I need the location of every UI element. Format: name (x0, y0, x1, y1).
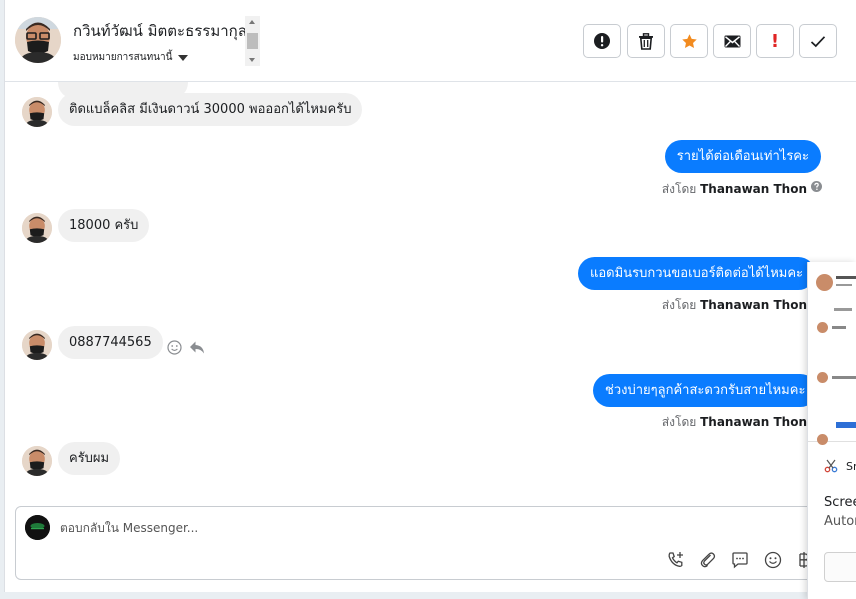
popup-action-button[interactable] (824, 552, 856, 582)
preview-avatar (816, 274, 833, 291)
agent-name: Thanawan Thon (700, 298, 807, 312)
outgoing-message: รายได้ต่อเดือนเท่าไรคะ (664, 140, 821, 173)
header-scrollbar[interactable] (245, 16, 260, 66)
follow-up-button[interactable]: ! (756, 24, 794, 58)
preview-highlight (836, 422, 856, 428)
envelope-icon (724, 35, 740, 47)
thumbnail-preview[interactable] (808, 262, 856, 445)
contact-avatar-small (22, 213, 52, 243)
preview-text (832, 376, 856, 379)
assign-conversation-dropdown[interactable]: มอบหมายการสนทนานี้ (73, 50, 189, 65)
exclamation-circle-icon (594, 33, 610, 49)
scroll-up-arrow-icon[interactable] (249, 20, 255, 24)
snip-app-label: Sn (846, 459, 856, 473)
reply-icon[interactable] (189, 340, 205, 355)
preview-avatar (817, 322, 828, 333)
snip-header: Sn (824, 459, 856, 473)
conversation-header: กวินท์วัฒน์ มิตตะธรรมากุล มอบหมายการสนทน… (5, 0, 856, 82)
preview-text (834, 308, 852, 311)
saved-replies-icon[interactable] (729, 549, 751, 571)
agent-name: Thanawan Thon (700, 415, 807, 429)
message-thread[interactable]: ติดแบล็คลิส มีเงินดาวน์ 30000 พอออกได้ไห… (5, 82, 856, 502)
incoming-message: ติดแบล็คลิส มีเงินดาวน์ 30000 พอออกได้ไห… (58, 93, 363, 126)
agent-name: Thanawan Thon (700, 182, 807, 196)
contact-avatar-small (22, 330, 52, 360)
sent-by-label: ส่งโดย Thanawan Thon (662, 413, 807, 432)
checkmark-icon (810, 35, 826, 47)
scroll-down-arrow-icon[interactable] (249, 58, 255, 62)
preview-avatar (817, 372, 828, 383)
add-phone-icon[interactable] (665, 549, 687, 571)
incoming-message: ครับผม (58, 442, 121, 475)
sent-by-prefix: ส่งโดย (661, 182, 697, 196)
preview-text (836, 276, 856, 279)
snipping-tool-popup: Sn Scree Autor (807, 262, 856, 599)
caret-down-icon (178, 54, 189, 61)
scroll-thumb[interactable] (247, 33, 258, 49)
sent-by-prefix: ส่งโดย (661, 415, 697, 429)
preview-text (836, 284, 852, 286)
sent-by-label: ส่งโดย Thanawan Thon (662, 180, 807, 199)
mark-done-button[interactable] (799, 24, 837, 58)
incoming-message: 18000 ครับ (58, 209, 150, 242)
star-button[interactable] (670, 24, 708, 58)
star-icon (681, 33, 697, 48)
attachment-icon[interactable] (697, 549, 719, 571)
trash-icon (639, 32, 653, 50)
app-window: กวินท์วัฒน์ มิตตะธรรมากุล มอบหมายการสนทน… (0, 0, 856, 599)
sent-by-label: ส่งโดย Thanawan Thon (662, 296, 807, 315)
mark-unread-button[interactable] (713, 24, 751, 58)
delete-button[interactable] (627, 24, 665, 58)
spam-warning-button[interactable] (583, 24, 621, 58)
page-avatar (25, 515, 50, 540)
reply-input[interactable] (60, 521, 560, 535)
contact-avatar-small (22, 446, 52, 476)
popup-title: Scree (824, 495, 856, 510)
outgoing-message: แอดมินรบกวนขอเบอร์ติดต่อได้ไหมคะ (578, 257, 816, 290)
conversation-panel: กวินท์วัฒน์ มิตตะธรรมากุล มอบหมายการสนทน… (4, 0, 856, 592)
popup-subtitle: Autor (824, 514, 856, 529)
react-emoji-icon[interactable] (167, 340, 182, 355)
contact-avatar[interactable] (15, 17, 61, 63)
sent-by-prefix: ส่งโดย (661, 298, 697, 312)
scissors-icon (824, 459, 838, 473)
help-icon[interactable] (811, 181, 822, 192)
assign-label: มอบหมายการสนทนานี้ (73, 52, 173, 63)
outgoing-message: ช่วงบ่ายๆลูกค้าสะดวกรับสายไหมคะ (593, 374, 818, 407)
contact-avatar-small (22, 97, 52, 127)
preview-text (832, 326, 846, 329)
reply-composer (15, 506, 820, 580)
contact-name: กวินท์วัฒน์ มิตตะธรรมากุล (73, 22, 247, 40)
preview-avatar (817, 434, 828, 445)
incoming-message: 0887744565 (58, 326, 163, 359)
emoji-icon[interactable] (762, 549, 784, 571)
alert-icon: ! (770, 30, 780, 52)
